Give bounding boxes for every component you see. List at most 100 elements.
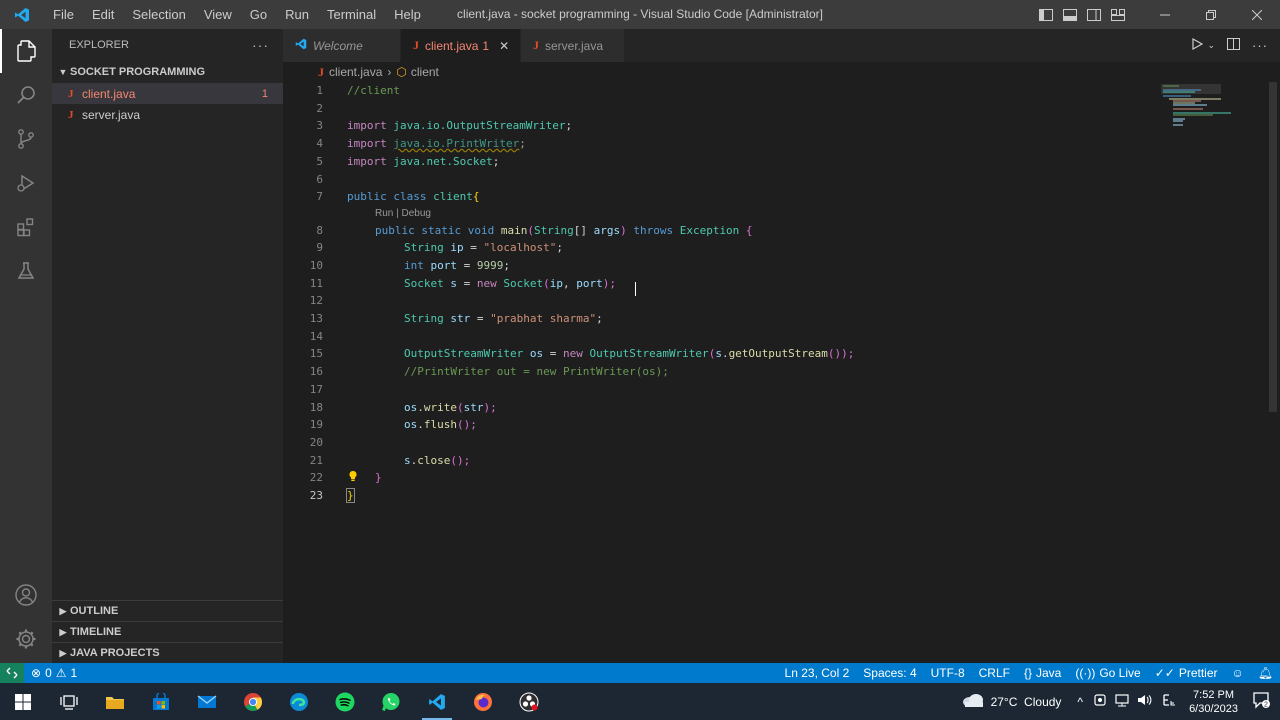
code-line: } (346, 488, 355, 503)
indentation[interactable]: Spaces: 4 (856, 666, 923, 680)
close-icon[interactable]: ✕ (499, 39, 509, 53)
code-line: os.write(str); (404, 400, 497, 414)
line-number: 9 (316, 241, 323, 255)
menu-terminal[interactable]: Terminal (318, 0, 385, 29)
clock-time: 7:52 PM (1193, 688, 1235, 701)
menu-run[interactable]: Run (276, 0, 318, 29)
menu-help[interactable]: Help (385, 0, 430, 29)
meet-now-icon[interactable] (1093, 693, 1107, 710)
menu-edit[interactable]: Edit (83, 0, 123, 29)
cursor-position[interactable]: Ln 23, Col 2 (778, 666, 857, 680)
toggle-secondary-sidebar-icon[interactable] (1082, 0, 1106, 29)
chrome-icon[interactable] (230, 683, 276, 720)
windows-start-icon[interactable] (0, 683, 46, 720)
breadcrumb: J client.java › ⬡ client (283, 62, 1280, 82)
problems-indicator[interactable]: ⊗ 0 ⚠ 1 (24, 666, 84, 680)
chevron-down-icon[interactable]: ⌄ (1207, 40, 1215, 51)
tab-label: server.java (545, 38, 604, 53)
spotify-icon[interactable] (322, 683, 368, 720)
vscode-taskbar-icon[interactable] (414, 683, 460, 720)
obs-recorder-icon[interactable] (506, 683, 552, 720)
language-mode[interactable]: {} Java (1017, 666, 1068, 680)
task-view-icon[interactable] (46, 683, 92, 720)
line-number: 21 (309, 453, 323, 467)
line-number: 12 (309, 294, 323, 308)
end-of-line[interactable]: CRLF (972, 666, 1017, 680)
file-explorer-icon[interactable] (92, 683, 138, 720)
clock[interactable]: 7:52 PM 6/30/2023 (1179, 688, 1248, 716)
source-control-icon[interactable] (0, 117, 52, 161)
code-line: //client (347, 84, 400, 97)
warning-count: 1 (70, 666, 78, 680)
mail-icon[interactable] (184, 683, 230, 720)
extensions-icon[interactable] (0, 205, 52, 249)
folder-socket-programming[interactable]: ▼ SOCKET PROGRAMMING (52, 61, 283, 83)
toggle-panel-icon[interactable] (1058, 0, 1082, 29)
accounts-icon[interactable] (0, 573, 52, 617)
network-icon[interactable] (1115, 693, 1129, 710)
tab-server-java[interactable]: J server.java (521, 29, 625, 62)
prettier-button[interactable]: ✓✓ Prettier (1148, 666, 1225, 680)
keyboard-language-icon[interactable] (1161, 693, 1177, 710)
class-symbol-icon: ⬡ (396, 65, 407, 79)
run-debug-codelens[interactable]: Run | Debug (375, 208, 431, 219)
minimize-icon[interactable] (1142, 0, 1188, 29)
svg-text:2: 2 (1264, 702, 1268, 709)
menu-go[interactable]: Go (241, 0, 276, 29)
breadcrumb-file[interactable]: client.java (329, 65, 382, 79)
notification-center-icon[interactable]: 2 (1252, 691, 1270, 712)
edge-icon[interactable] (276, 683, 322, 720)
line-number: 14 (309, 329, 323, 343)
toggle-primary-sidebar-icon[interactable] (1034, 0, 1058, 29)
timeline-panel-header[interactable]: ▶ TIMELINE (52, 621, 283, 642)
run-debug-icon[interactable] (0, 161, 52, 205)
go-live-button[interactable]: ((·)) Go Live (1068, 666, 1147, 680)
language-label: Java (1036, 666, 1062, 680)
restore-icon[interactable] (1188, 0, 1234, 29)
lightbulb-icon[interactable] (347, 470, 359, 485)
file-client-java[interactable]: J client.java 1 (52, 83, 283, 104)
minimap[interactable] (1161, 82, 1271, 132)
editor-actions: ⌄ ··· (1191, 29, 1280, 62)
explorer-icon[interactable] (0, 29, 52, 73)
encoding[interactable]: UTF-8 (924, 666, 972, 680)
menu-view[interactable]: View (195, 0, 241, 29)
file-label: server.java (82, 107, 141, 122)
file-server-java[interactable]: J server.java (52, 104, 283, 125)
feedback-icon[interactable]: ☺ (1225, 666, 1251, 680)
warning-icon: ⚠ (55, 666, 67, 680)
vertical-scrollbar[interactable] (1269, 82, 1277, 412)
notifications-bell-icon[interactable]: 🔔︎ (1251, 666, 1280, 680)
split-editor-icon[interactable] (1227, 38, 1240, 53)
chevron-up-icon[interactable]: ^ (1077, 695, 1083, 709)
close-window-icon[interactable] (1234, 0, 1280, 29)
search-icon[interactable] (0, 73, 52, 117)
menu-file[interactable]: File (44, 0, 83, 29)
more-actions-icon[interactable]: ··· (252, 37, 269, 53)
testing-icon[interactable] (0, 249, 52, 293)
firefox-icon[interactable] (460, 683, 506, 720)
more-actions-icon[interactable]: ··· (1252, 38, 1268, 53)
double-check-icon: ✓✓ (1154, 666, 1175, 680)
outline-panel-header[interactable]: ▶ OUTLINE (52, 600, 283, 621)
customize-layout-icon[interactable] (1106, 0, 1130, 29)
tab-client-java[interactable]: J client.java 1 ✕ (401, 29, 521, 62)
weather-text[interactable]: 27°C Cloudy (991, 695, 1062, 709)
whatsapp-icon[interactable] (368, 683, 414, 720)
code-line: import java.net.Socket; (347, 154, 500, 168)
run-icon[interactable] (1191, 37, 1204, 53)
manage-gear-icon[interactable] (0, 617, 52, 661)
remote-indicator[interactable] (0, 663, 24, 683)
tab-welcome[interactable]: Welcome (283, 29, 401, 62)
menu-selection[interactable]: Selection (123, 0, 194, 29)
folder-label: SOCKET PROGRAMMING (70, 66, 206, 78)
java-projects-panel-header[interactable]: ▶ JAVA PROJECTS (52, 642, 283, 663)
code-line: //PrintWriter out = new PrintWriter(os); (404, 365, 669, 379)
system-tray: 27°C Cloudy ^ 7:52 PM 6/30/2023 2 (961, 683, 1280, 720)
microsoft-store-icon[interactable] (138, 683, 184, 720)
volume-icon[interactable] (1137, 693, 1153, 710)
code-editor[interactable]: 1 //client 2 3 import java.io.OutputStream… (283, 82, 1280, 663)
breadcrumb-symbol[interactable]: client (411, 65, 439, 79)
chevron-right-icon: ▶ (59, 626, 67, 637)
code-line: import java.io.PrintWriter; (347, 137, 526, 151)
